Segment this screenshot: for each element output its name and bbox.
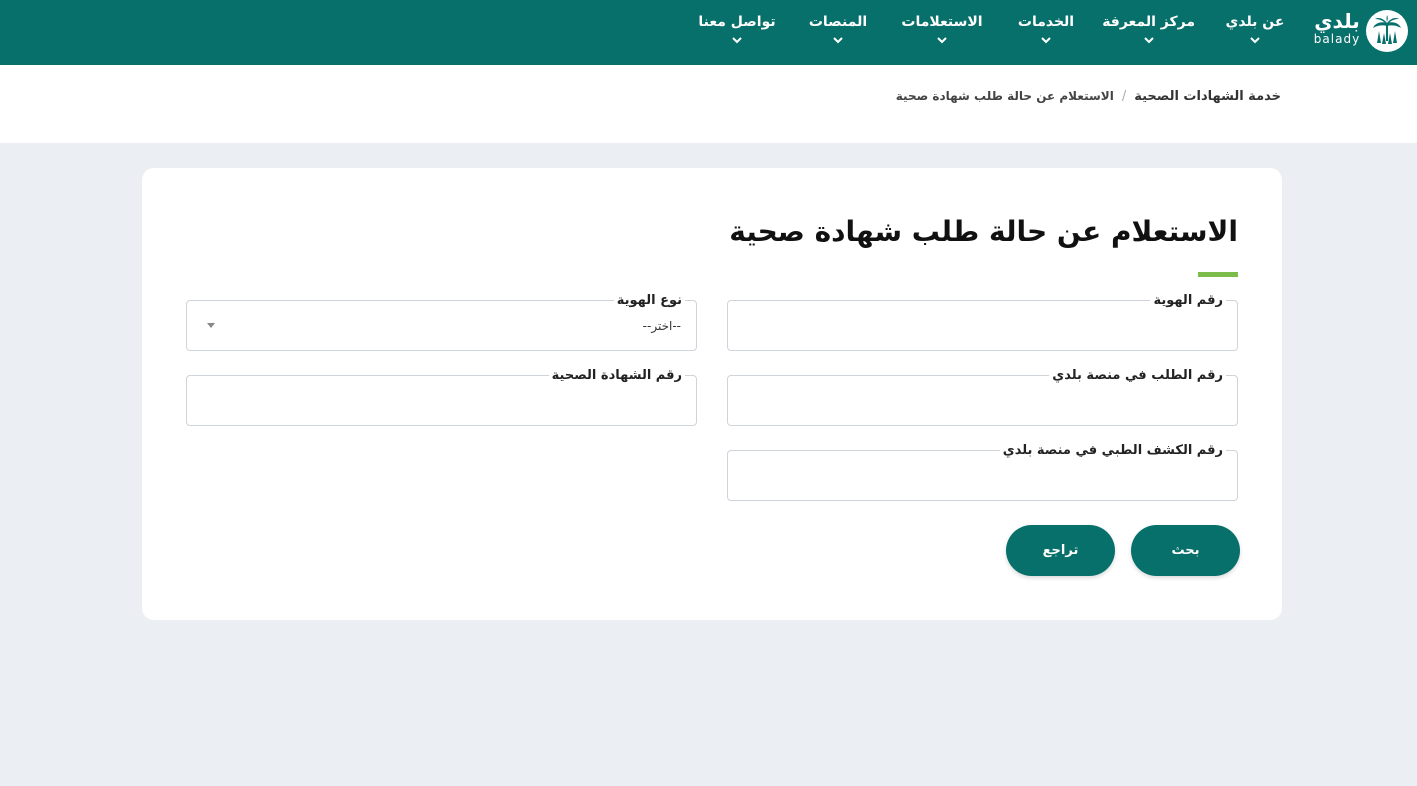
nav-label: مركز المعرفة (1102, 14, 1195, 30)
nav-label: المنصات (808, 14, 868, 30)
nav-item-services[interactable]: الخدمات (1014, 12, 1078, 58)
palm-tree-icon (1366, 10, 1408, 52)
request-number-input[interactable] (728, 387, 1237, 423)
id-number-label: رقم الهوية (1150, 292, 1226, 310)
id-number-field: رقم الهوية (727, 292, 1238, 351)
inquiry-form-card: الاستعلام عن حالة طلب شهادة صحية رقم اله… (142, 168, 1282, 620)
chevron-down-icon (1041, 37, 1051, 44)
certificate-number-label: رقم الشهادة الصحية (548, 367, 685, 385)
logo-latin-text: balady (1313, 32, 1361, 46)
id-number-input[interactable] (728, 312, 1237, 348)
breadcrumb-separator: / (1121, 88, 1127, 104)
medical-exam-number-label: رقم الكشف الطبي في منصة بلدي (999, 442, 1226, 460)
top-navigation-bar: بلدي balady عن بلدي مركز المعرفة الخدمات… (0, 0, 1417, 65)
id-type-select[interactable]: نوع الهوية --اختر-- (186, 292, 697, 351)
breadcrumb-parent-link[interactable]: خدمة الشهادات الصحية (1134, 89, 1281, 104)
logo-arabic-text: بلدي (1314, 9, 1360, 33)
medical-exam-number-field: رقم الكشف الطبي في منصة بلدي (727, 442, 1238, 501)
nav-item-platforms[interactable]: المنصات (806, 12, 870, 58)
nav-item-inquiries[interactable]: الاستعلامات (896, 12, 988, 58)
page-title: الاستعلام عن حالة طلب شهادة صحية (729, 215, 1238, 248)
nav-label: الاستعلامات (901, 14, 983, 30)
search-button[interactable]: بحث (1131, 525, 1240, 576)
title-accent-line (1198, 272, 1238, 277)
caret-down-icon (207, 323, 215, 328)
certificate-number-input[interactable] (187, 387, 696, 423)
request-number-label: رقم الطلب في منصة بلدي (1049, 367, 1226, 385)
balady-logo[interactable]: بلدي balady (1312, 8, 1408, 54)
chevron-down-icon (1250, 37, 1260, 44)
request-number-field: رقم الطلب في منصة بلدي (727, 367, 1238, 426)
certificate-number-field: رقم الشهادة الصحية (186, 367, 697, 426)
nav-label: تواصل معنا (698, 14, 776, 30)
id-type-selected-value: --اختر-- (642, 319, 681, 333)
breadcrumb-current: الاستعلام عن حالة طلب شهادة صحية (895, 89, 1114, 103)
chevron-down-icon (833, 37, 843, 44)
nav-item-about[interactable]: عن بلدي (1222, 12, 1288, 58)
nav-label: الخدمات (1017, 14, 1075, 30)
breadcrumb-bar: خدمة الشهادات الصحية / الاستعلام عن حالة… (0, 65, 1417, 143)
chevron-down-icon (732, 37, 742, 44)
breadcrumb: خدمة الشهادات الصحية / الاستعلام عن حالة… (896, 86, 1281, 106)
nav-label: عن بلدي (1225, 14, 1285, 30)
medical-exam-number-input[interactable] (728, 462, 1237, 498)
chevron-down-icon (1144, 37, 1154, 44)
id-type-label: نوع الهوية (613, 292, 685, 310)
back-button[interactable]: تراجع (1006, 525, 1115, 576)
nav-item-contact[interactable]: تواصل معنا (696, 12, 778, 58)
chevron-down-icon (937, 37, 947, 44)
nav-item-knowledge-center[interactable]: مركز المعرفة (1102, 12, 1195, 58)
